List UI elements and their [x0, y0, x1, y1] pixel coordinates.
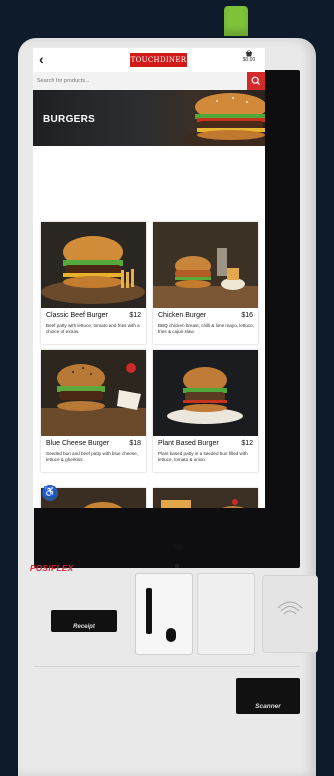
product-description: Beef patty with lettuce, tomato and frie… — [46, 323, 140, 334]
card-reader-button[interactable] — [166, 628, 176, 642]
receipt-slot[interactable]: Receipt — [51, 610, 117, 632]
restaurant-logo: TOUCHDINER — [130, 53, 187, 67]
basket-icon — [246, 50, 252, 57]
search-button[interactable] — [247, 72, 265, 90]
product-price: $12 — [129, 312, 141, 319]
contactless-icon — [277, 601, 303, 615]
card-reader[interactable] — [135, 573, 193, 655]
product-price: $18 — [129, 440, 141, 447]
nfc-reader[interactable] — [262, 575, 318, 653]
kiosk-screen: ‹ TOUCHDINER $0.00 Search for products..… — [33, 48, 265, 508]
barcode-scanner[interactable]: Scanner — [236, 678, 300, 714]
product-image — [41, 222, 146, 308]
back-button[interactable]: ‹ — [39, 51, 44, 67]
category-banner: BURGERS — [33, 90, 265, 146]
product-card-chicken[interactable]: Chicken Burger $16 BBQ chicken breast, c… — [153, 222, 258, 344]
top-bar: ‹ TOUCHDINER $0.00 — [33, 48, 265, 72]
product-card-partial[interactable] — [153, 488, 258, 508]
product-description: Plant based patty in a seeded bun filled… — [158, 451, 248, 462]
indicator-light — [175, 564, 179, 568]
search-bar — [33, 72, 265, 90]
scanner-label: Scanner — [255, 703, 281, 710]
product-name: Plant Based Burger — [158, 440, 219, 447]
status-led — [224, 6, 248, 36]
brand-logo: POSIFLEX — [30, 564, 74, 573]
blank-panel — [197, 573, 255, 655]
product-card-classic-beef[interactable]: Classic Beef Burger $12 Beef patty with … — [41, 222, 146, 344]
product-name: Classic Beef Burger — [46, 312, 108, 319]
accessibility-button[interactable]: ♿ — [42, 485, 58, 501]
search-icon — [251, 76, 261, 86]
product-price: $12 — [241, 440, 253, 447]
product-card-blue-cheese[interactable]: Blue Cheese Burger $18 Seeded bun and be… — [41, 350, 146, 472]
panel-seam — [34, 666, 300, 667]
camera — [173, 544, 183, 550]
product-name: Blue Cheese Burger — [46, 440, 110, 447]
cart-button[interactable]: $0.00 — [237, 50, 261, 63]
product-card-plant-based[interactable]: Plant Based Burger $12 Plant based patty… — [153, 350, 258, 472]
cart-total: $0.00 — [242, 57, 256, 63]
product-description: Seeded bun and beef patty with blue chee… — [46, 451, 138, 462]
product-image — [153, 222, 258, 308]
product-image — [153, 488, 258, 508]
category-title: BURGERS — [43, 114, 96, 125]
product-description: BBQ chicken breast, chilli & lime mayo, … — [158, 323, 254, 334]
product-image — [41, 350, 146, 436]
receipt-label: Receipt — [73, 624, 95, 630]
search-input[interactable] — [33, 72, 245, 90]
product-price: $16 — [241, 312, 253, 319]
product-name: Chicken Burger — [158, 312, 207, 319]
wheelchair-icon: ♿ — [43, 487, 57, 498]
product-image — [153, 350, 258, 436]
card-slot[interactable] — [146, 588, 152, 634]
